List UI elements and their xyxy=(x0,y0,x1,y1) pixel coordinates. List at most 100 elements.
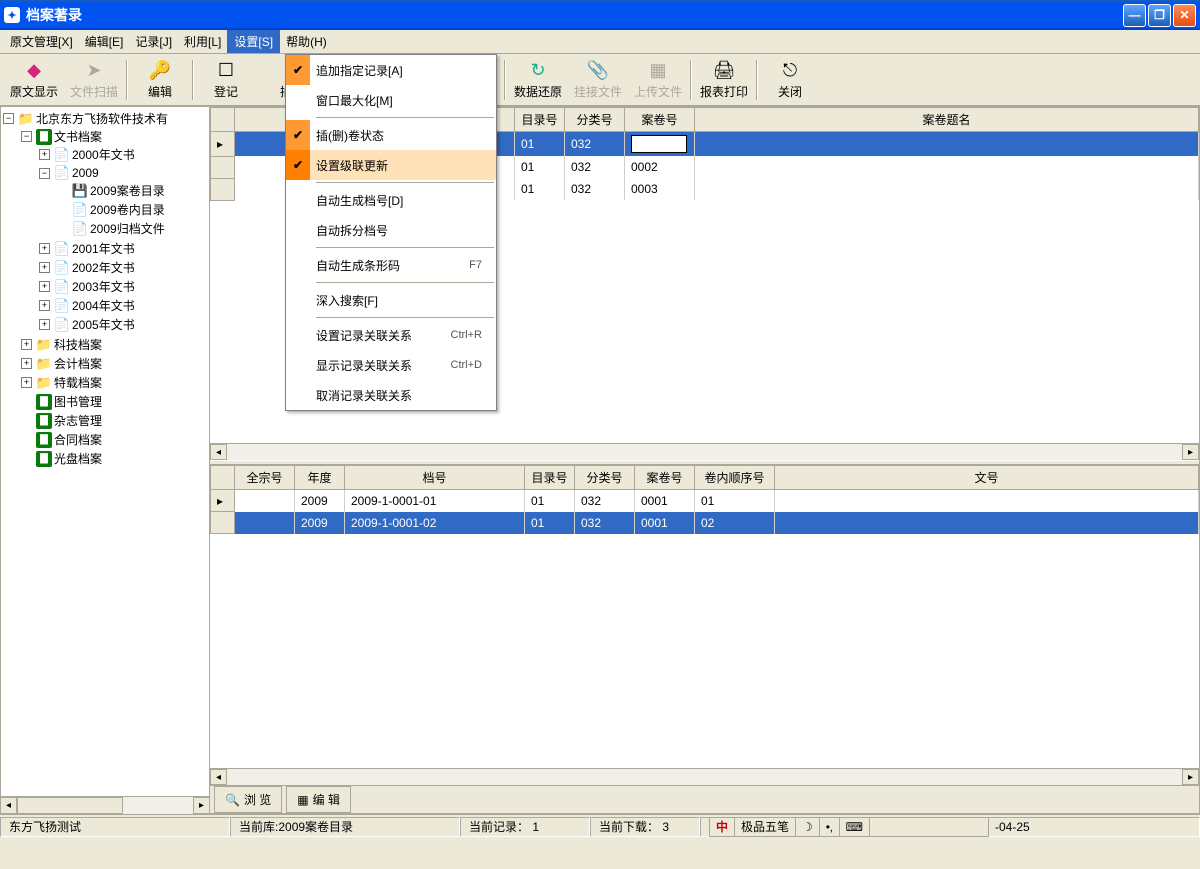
grid2-hscroll[interactable]: ◂ ▸ xyxy=(210,768,1199,785)
table-cell[interactable]: 0001 xyxy=(635,512,695,534)
column-header[interactable]: 目录号 xyxy=(515,108,565,132)
dropdown-item[interactable]: 自动生成条形码F7 xyxy=(286,250,496,280)
dropdown-item[interactable]: 深入搜索[F] xyxy=(286,285,496,315)
toolbar-button[interactable]: 🖨报表打印 xyxy=(694,57,754,103)
tree-node[interactable]: −📄2009 xyxy=(39,165,207,181)
close-button[interactable]: ✕ xyxy=(1173,4,1196,27)
tree-node[interactable]: +📄2000年文书 xyxy=(39,146,207,163)
tree-node[interactable]: ▇合同档案 xyxy=(21,431,207,448)
tree-node[interactable]: +📄2004年文书 xyxy=(39,297,207,314)
table-cell[interactable]: 2009 xyxy=(295,512,345,534)
expander-icon[interactable]: + xyxy=(39,300,50,311)
tree-node[interactable]: ▇图书管理 xyxy=(21,393,207,410)
column-header[interactable]: 目录号 xyxy=(525,466,575,490)
table-cell[interactable] xyxy=(235,490,295,512)
menu-use[interactable]: 利用[L] xyxy=(178,31,227,52)
ime-moon-icon[interactable]: ☽ xyxy=(796,818,820,836)
column-header[interactable]: 档号 xyxy=(345,466,525,490)
dropdown-item[interactable]: 设置记录关联关系Ctrl+R xyxy=(286,320,496,350)
expander-icon[interactable]: + xyxy=(21,339,32,350)
dropdown-item[interactable]: ✔设置级联更新 xyxy=(286,150,496,180)
menu-file[interactable]: 原文管理[X] xyxy=(4,31,79,52)
column-header[interactable]: 卷内顺序号 xyxy=(695,466,775,490)
table-cell[interactable] xyxy=(775,512,1199,534)
column-header[interactable]: 全宗号 xyxy=(235,466,295,490)
expander-icon[interactable]: − xyxy=(3,113,14,124)
table-cell[interactable] xyxy=(695,178,1199,200)
expander-icon[interactable]: + xyxy=(39,262,50,273)
dropdown-item[interactable]: ✔插(删)卷状态 xyxy=(286,120,496,150)
table-cell[interactable] xyxy=(695,132,1199,157)
ime-cn-icon[interactable]: 中 xyxy=(710,818,735,836)
dropdown-item[interactable]: 自动拆分档号 xyxy=(286,215,496,245)
scroll-left-icon[interactable]: ◂ xyxy=(0,797,17,814)
scroll-left-icon[interactable]: ◂ xyxy=(210,444,227,460)
dropdown-item[interactable]: ✔追加指定记录[A] xyxy=(286,55,496,85)
column-header[interactable]: 文号 xyxy=(775,466,1199,490)
ime-keyboard-icon[interactable]: ⌨ xyxy=(840,818,870,836)
table-cell[interactable]: 01 xyxy=(515,178,565,200)
scroll-right-icon[interactable]: ▸ xyxy=(1182,769,1199,785)
column-header[interactable]: 年度 xyxy=(295,466,345,490)
table-cell[interactable] xyxy=(775,490,1199,512)
table-cell[interactable]: 032 xyxy=(575,490,635,512)
tree-node[interactable]: +📁会计档案 xyxy=(21,355,207,372)
toolbar-button[interactable]: ↻数据还原 xyxy=(508,57,568,103)
table-cell[interactable]: 032 xyxy=(565,132,625,157)
tree-node[interactable]: ▇光盘档案 xyxy=(21,450,207,467)
dropdown-item[interactable]: 自动生成档号[D] xyxy=(286,185,496,215)
table-cell[interactable]: 0001 xyxy=(635,490,695,512)
table-cell[interactable]: 032 xyxy=(565,156,625,178)
table-cell[interactable]: 01 xyxy=(515,132,565,157)
toolbar-button[interactable]: ☐登记 xyxy=(196,57,256,103)
table-row[interactable]: 20092009-1-0001-0201032000102 xyxy=(211,512,1199,534)
ime-punct-icon[interactable]: •‚ xyxy=(820,818,840,836)
table-cell[interactable]: 032 xyxy=(575,512,635,534)
menu-help[interactable]: 帮助(H) xyxy=(280,31,333,52)
table-row[interactable]: ▸20092009-1-0001-0101032000101 xyxy=(211,490,1199,512)
table-cell[interactable]: 0003 xyxy=(625,178,695,200)
column-header[interactable]: 分类号 xyxy=(575,466,635,490)
expander-icon[interactable]: + xyxy=(39,319,50,330)
ime-bar[interactable]: 中 极品五笔 ☽ •‚ ⌨ xyxy=(709,817,989,837)
scroll-right-icon[interactable]: ▸ xyxy=(1182,444,1199,460)
tree-node[interactable]: 📄2009归档文件 xyxy=(57,220,207,237)
table-cell[interactable]: 01 xyxy=(695,490,775,512)
column-header[interactable] xyxy=(211,466,235,490)
tree-node[interactable]: 📄2009卷内目录 xyxy=(57,201,207,218)
tree-node[interactable]: +📁特载档案 xyxy=(21,374,207,391)
scroll-right-icon[interactable]: ▸ xyxy=(193,797,210,814)
column-header[interactable]: 分类号 xyxy=(565,108,625,132)
browse-tab[interactable]: 🔍浏 览 xyxy=(214,786,282,813)
column-header[interactable]: 案卷号 xyxy=(625,108,695,132)
tree-node[interactable]: +📄2002年文书 xyxy=(39,259,207,276)
edit-tab[interactable]: ▦编 辑 xyxy=(286,786,351,813)
expander-icon[interactable]: − xyxy=(39,168,50,179)
minimize-button[interactable]: — xyxy=(1123,4,1146,27)
tree-node[interactable]: ▇杂志管理 xyxy=(21,412,207,429)
expander-icon[interactable]: − xyxy=(21,131,32,142)
dropdown-item[interactable]: 显示记录关联关系Ctrl+D xyxy=(286,350,496,380)
grid1-hscroll[interactable]: ◂ ▸ xyxy=(210,443,1199,460)
toolbar-button[interactable]: 🔑编辑 xyxy=(130,57,190,103)
table-cell[interactable]: 0002 xyxy=(625,156,695,178)
menu-edit[interactable]: 编辑[E] xyxy=(79,31,130,52)
table-cell[interactable]: 01 xyxy=(515,156,565,178)
column-header[interactable] xyxy=(211,108,235,132)
tree-node[interactable]: −▇文书档案 xyxy=(21,128,207,145)
tree-node[interactable]: +📄2005年文书 xyxy=(39,316,207,333)
toolbar-button[interactable]: ◆原文显示 xyxy=(4,57,64,103)
tree-node[interactable]: −📁北京东方飞扬软件技术有 xyxy=(3,110,207,127)
table-cell[interactable]: 032 xyxy=(565,178,625,200)
expander-icon[interactable]: + xyxy=(39,149,50,160)
table-cell[interactable] xyxy=(625,132,695,157)
expander-icon[interactable]: + xyxy=(21,358,32,369)
table-cell[interactable]: 01 xyxy=(525,512,575,534)
table-cell[interactable] xyxy=(695,156,1199,178)
tree-node[interactable]: +📄2003年文书 xyxy=(39,278,207,295)
table-cell[interactable]: 01 xyxy=(525,490,575,512)
tree-panel[interactable]: −📁北京东方飞扬软件技术有−▇文书档案+📄2000年文书−📄2009💾2009案… xyxy=(0,106,210,797)
dropdown-item[interactable]: 取消记录关联关系 xyxy=(286,380,496,410)
table-cell[interactable]: 2009-1-0001-02 xyxy=(345,512,525,534)
cell-input[interactable] xyxy=(631,135,687,153)
